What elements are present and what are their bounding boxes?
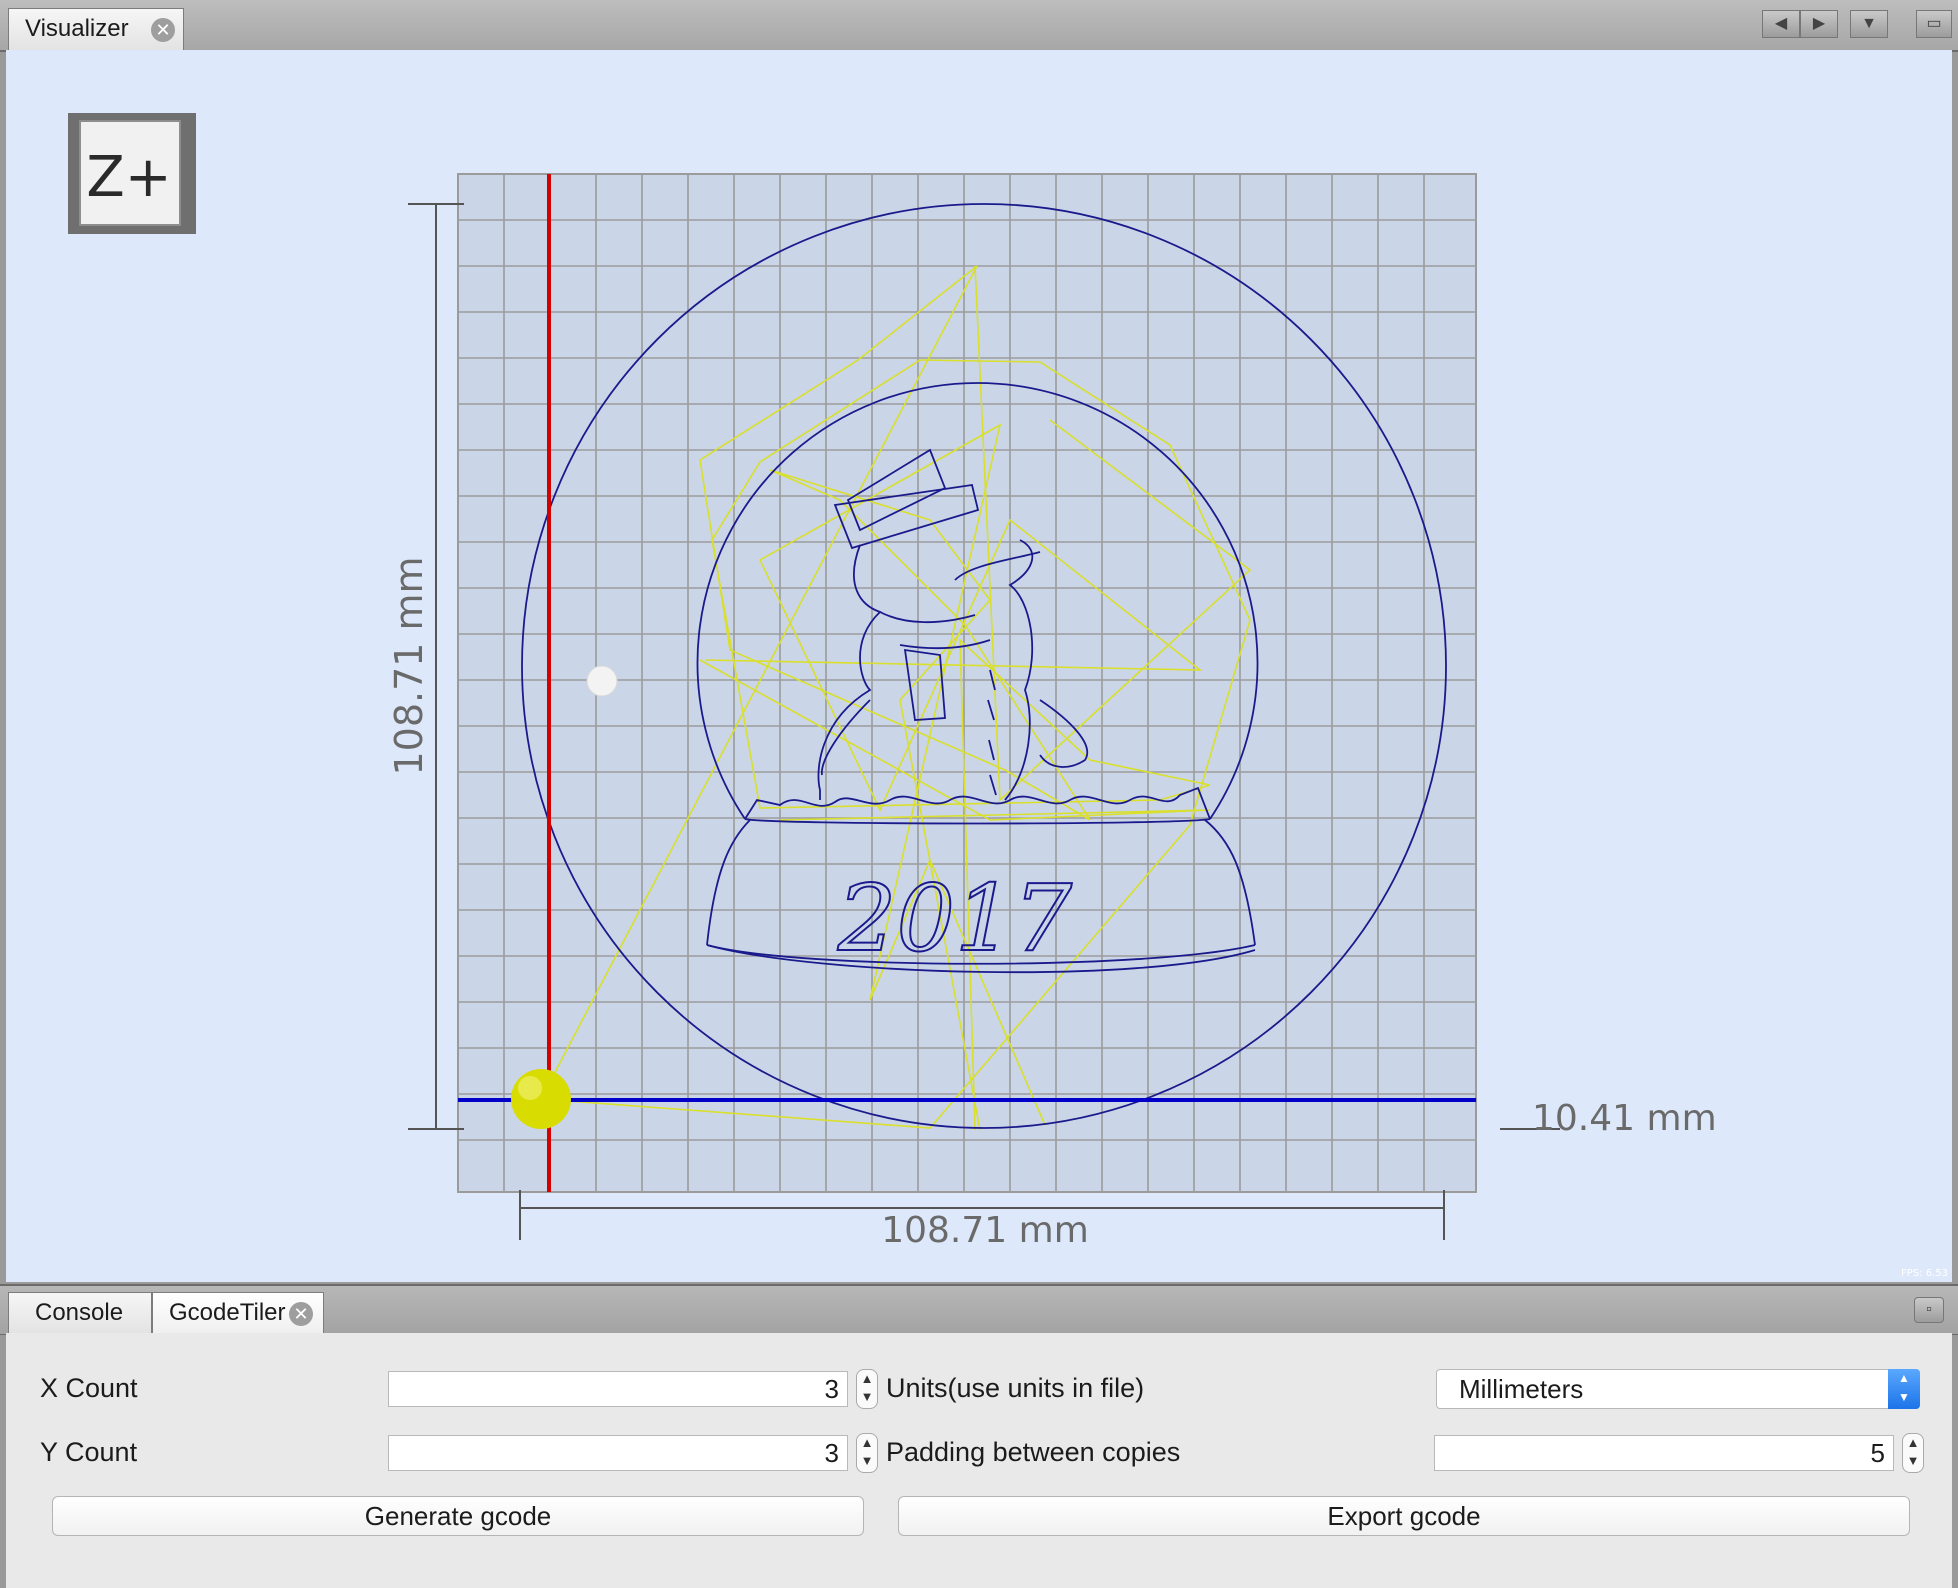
visualizer-canvas[interactable]: Z+ 2017 108.71 mm 108.71 mm 10.41 mm FPS… [6, 50, 1952, 1282]
units-select[interactable]: Millimeters ▲ ▼ [1436, 1369, 1920, 1409]
dimension-bottom-label: 108.71 mm [881, 1210, 1089, 1251]
tab-console-label: Console [35, 1299, 124, 1326]
x-count-input[interactable] [388, 1371, 848, 1407]
y-count-stepper[interactable]: ▲ ▼ [856, 1433, 878, 1473]
tab-visualizer[interactable]: Visualizer ✕ [8, 8, 184, 50]
padding-input[interactable] [1434, 1435, 1894, 1471]
tab-console[interactable]: Console [8, 1292, 152, 1334]
tab-gcodetiler-label: GcodeTiler [169, 1299, 286, 1326]
fps-counter: FPS: 6.53 [1901, 1268, 1948, 1279]
padding-stepper[interactable]: ▲ ▼ [1902, 1433, 1924, 1473]
dimension-right-label: 10.41 mm [1532, 1098, 1717, 1139]
origin-marker [586, 665, 618, 697]
y-count-label: Y Count [40, 1437, 138, 1467]
design-text-2017: 2017 [837, 865, 1073, 972]
select-arrows-icon: ▲ ▼ [1888, 1369, 1920, 1409]
tab-gcodetiler[interactable]: GcodeTiler ✕ [152, 1292, 324, 1334]
x-count-label: X Count [40, 1373, 138, 1403]
gcodetiler-panel: X Count ▲▼ Units(use units in file) Mill… [6, 1333, 1952, 1588]
maximize-window-icon[interactable]: ▭ [1916, 10, 1952, 38]
tab-visualizer-label: Visualizer [25, 15, 129, 42]
tool-position-sphere [511, 1069, 571, 1129]
dimension-left-label: 108.71 mm [387, 556, 431, 775]
close-tab-gcodetiler-icon[interactable]: ✕ [289, 1302, 313, 1326]
padding-label: Padding between copies [886, 1437, 1181, 1467]
y-count-input[interactable] [388, 1435, 848, 1471]
visualizer-scene: Z+ 2017 108.71 mm 108.71 mm 10.41 mm FPS… [68, 113, 1948, 1279]
export-gcode-button[interactable]: Export gcode [898, 1496, 1910, 1536]
bottom-tab-bar: Console GcodeTiler ✕ ▫ [0, 1284, 1958, 1335]
units-select-value: Millimeters [1459, 1374, 1584, 1404]
units-label: Units(use units in file) [886, 1373, 1145, 1403]
x-count-stepper[interactable]: ▲ ▼ [856, 1369, 878, 1409]
scroll-right-icon[interactable]: ▶ [1800, 10, 1838, 38]
tab-list-dropdown-icon[interactable]: ▼ [1850, 10, 1888, 38]
view-cube-z-plus[interactable]: Z+ [68, 113, 196, 234]
view-cube-label: Z+ [86, 145, 171, 210]
scroll-left-icon[interactable]: ◀ [1762, 10, 1800, 38]
top-tab-bar: Visualizer ✕ ◀ ▶ ▼ ▭ [0, 0, 1958, 52]
tool-highlight [518, 1076, 542, 1100]
minimize-panel-icon[interactable]: ▫ [1914, 1297, 1944, 1323]
generate-gcode-button[interactable]: Generate gcode [52, 1496, 864, 1536]
close-tab-visualizer-icon[interactable]: ✕ [151, 18, 175, 42]
